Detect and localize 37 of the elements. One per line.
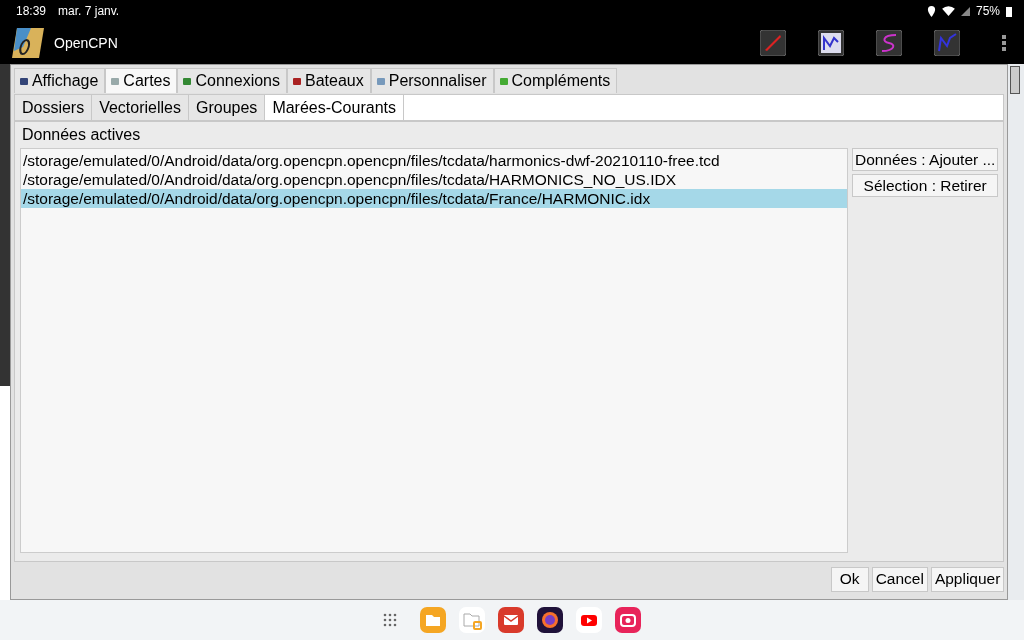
wifi-icon [941,6,955,16]
app-logo-icon [10,27,46,59]
battery-level: 75% [975,4,1000,18]
tab[interactable]: Personnaliser [370,68,494,93]
tab[interactable]: Groupes [189,95,266,120]
app-grid-icon[interactable] [383,613,397,627]
tab[interactable]: Dossiers [14,95,93,120]
tab[interactable]: Connexions [177,68,287,93]
date: mar. 7 janv. [58,4,120,18]
dialog-button[interactable]: Cancel [871,566,928,592]
chart-graph-icon[interactable] [818,30,844,56]
overflow-menu-icon[interactable] [1002,35,1006,51]
route-curve-icon[interactable] [876,30,902,56]
mail-icon[interactable] [498,607,524,633]
tab[interactable]: Bateaux [287,68,371,93]
app-title: OpenCPN [54,35,118,51]
action-button[interactable]: Données : Ajouter ... [851,148,999,171]
signal-icon [960,6,970,16]
section-label: Données actives [21,126,142,144]
action-button[interactable]: Sélection : Retirer [851,174,999,197]
tab[interactable]: Cartes [105,68,178,93]
list-item[interactable]: /storage/emulated/0/Android/data/org.opencpn.opencpn/files/tcdata/France/HARMONIC.idx [20,189,847,208]
tab[interactable]: Compléments [493,68,618,93]
browser-icon[interactable] [537,607,563,633]
list-item[interactable]: /storage/emulated/0/Android/data/org.opencpn.opencpn/files/tcdata/HARMONICS_NO_US.IDX [20,170,847,189]
tab[interactable]: Vectorielles [92,95,189,120]
battery-icon [1006,5,1012,17]
tab[interactable]: Affichage [13,68,106,93]
track-line-icon[interactable] [934,30,960,56]
video-play-icon[interactable] [576,607,602,633]
dialog-button[interactable]: Ok [830,566,869,592]
clock: 18:39 [16,4,47,18]
dialog-button[interactable]: Appliquer [930,566,1005,592]
scrollbar-thumb[interactable] [1010,66,1021,94]
camera-icon[interactable] [615,607,641,633]
location-icon [926,5,936,17]
list-item[interactable]: /storage/emulated/0/Android/data/org.opencpn.opencpn/files/tcdata/harmonics-dwf-20210110-free.tcd [20,151,847,170]
